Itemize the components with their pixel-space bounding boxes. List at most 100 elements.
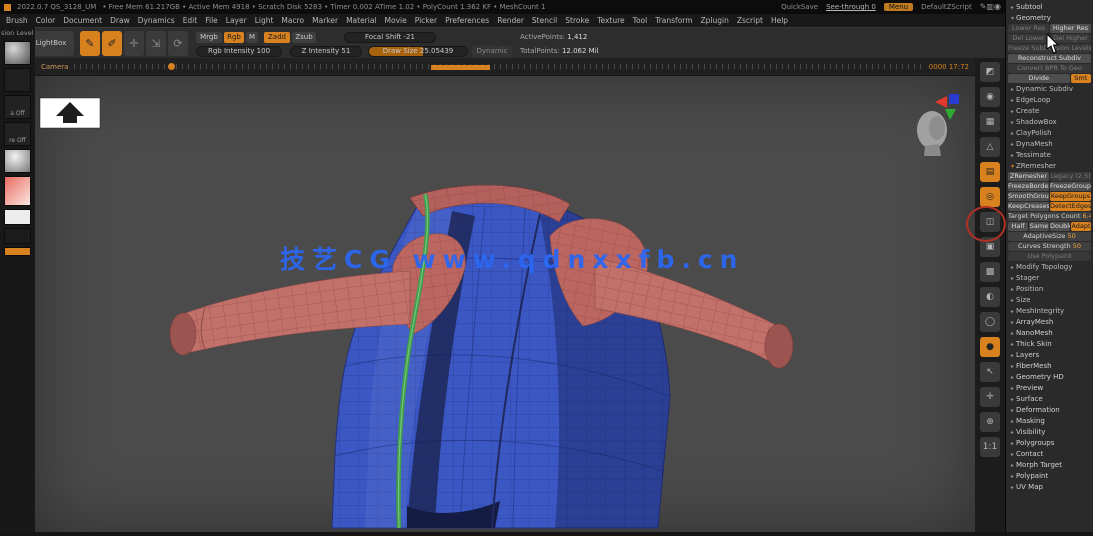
mrgb-button[interactable]: Mrgb bbox=[196, 32, 222, 43]
menu-marker[interactable]: Marker bbox=[312, 16, 338, 25]
menu-texture[interactable]: Texture bbox=[597, 16, 624, 25]
adaptivesize-slider[interactable]: AdaptiveSize 50 bbox=[1008, 232, 1091, 241]
polyframe-icon[interactable]: ▩ bbox=[980, 262, 1000, 282]
section-edgeloop[interactable]: ▸ EdgeLoop bbox=[1008, 95, 1091, 105]
convert-bpr-to-geo-button[interactable]: Convert BPR To Geo bbox=[1008, 64, 1091, 73]
menu-document[interactable]: Document bbox=[63, 16, 102, 25]
zadd-button[interactable]: Zadd bbox=[264, 32, 290, 43]
meter-icon[interactable]: ▥ bbox=[986, 2, 994, 11]
higher-res-button[interactable]: Higher Res bbox=[1050, 24, 1091, 33]
menu-macro[interactable]: Macro bbox=[281, 16, 304, 25]
draw-pointer-button[interactable]: ✐ bbox=[102, 31, 122, 56]
zremesher-button[interactable]: ZRemesher bbox=[1008, 172, 1049, 181]
texture-thumbnail[interactable]: re Off bbox=[4, 122, 31, 146]
edit-object-button[interactable]: ✎ bbox=[80, 31, 100, 56]
scroll-icon[interactable]: ✛ bbox=[980, 387, 1000, 407]
curves-strength-slider[interactable]: Curves Strength 50 bbox=[1008, 242, 1091, 251]
menu-edit[interactable]: Edit bbox=[183, 16, 198, 25]
legacy-2-5-button[interactable]: Legacy (2.5) bbox=[1050, 172, 1091, 181]
menu-layer[interactable]: Layer bbox=[226, 16, 247, 25]
stroke-thumbnail[interactable] bbox=[4, 68, 31, 92]
menu-preferences[interactable]: Preferences bbox=[445, 16, 489, 25]
section-zremesher[interactable]: ▾ ZRemesher bbox=[1008, 161, 1091, 171]
keepgroups-button[interactable]: KeepGroups bbox=[1050, 192, 1091, 201]
alpha-thumbnail[interactable]: a Off bbox=[4, 95, 31, 119]
volume-icon[interactable]: ◉ bbox=[994, 2, 1001, 11]
brush-thumbnail[interactable] bbox=[4, 41, 31, 65]
menu-brush[interactable]: Brush bbox=[6, 16, 28, 25]
section-stager[interactable]: ▸ Stager bbox=[1008, 273, 1091, 283]
freezeborder-button[interactable]: FreezeBorder bbox=[1008, 182, 1049, 191]
menu-file[interactable]: File bbox=[205, 16, 218, 25]
section-surface[interactable]: ▸ Surface bbox=[1008, 394, 1091, 404]
double-button[interactable]: Double bbox=[1050, 222, 1070, 231]
swatch-dark[interactable] bbox=[4, 228, 31, 244]
menu-dynamics[interactable]: Dynamics bbox=[138, 16, 175, 25]
dynamic-toggle[interactable]: Dynamic bbox=[472, 46, 512, 57]
section-dynamesh[interactable]: ▸ DynaMesh bbox=[1008, 139, 1091, 149]
menu-toggle-button[interactable]: Menu bbox=[883, 3, 914, 11]
use-polypaint-button[interactable]: Use Polypaint bbox=[1008, 252, 1091, 261]
freezegroups-button[interactable]: FreezeGroups bbox=[1050, 182, 1091, 191]
section-polygroups[interactable]: ▸ Polygroups bbox=[1008, 438, 1091, 448]
persp-icon[interactable]: △ bbox=[980, 137, 1000, 157]
keepcreases-button[interactable]: KeepCreases bbox=[1008, 202, 1049, 211]
m-button[interactable]: M bbox=[246, 32, 258, 43]
del-lower-button[interactable]: Del Lower bbox=[1008, 34, 1049, 43]
section-masking[interactable]: ▸ Masking bbox=[1008, 416, 1091, 426]
lower-res-button[interactable]: Lower Res bbox=[1008, 24, 1049, 33]
xpose-icon[interactable]: ↖ bbox=[980, 362, 1000, 382]
section-arraymesh[interactable]: ▸ ArrayMesh bbox=[1008, 317, 1091, 327]
menu-color[interactable]: Color bbox=[36, 16, 56, 25]
section-claypolish[interactable]: ▸ ClayPolish bbox=[1008, 128, 1091, 138]
menu-picker[interactable]: Picker bbox=[415, 16, 437, 25]
menu-transform[interactable]: Transform bbox=[655, 16, 692, 25]
draw-size-slider[interactable]: Draw Size 25.05439 bbox=[368, 46, 468, 57]
rgb-button[interactable]: Rgb bbox=[224, 32, 244, 43]
section-size[interactable]: ▸ Size bbox=[1008, 295, 1091, 305]
section-geometry[interactable]: ▾ Geometry bbox=[1008, 13, 1091, 23]
section-contact[interactable]: ▸ Contact bbox=[1008, 449, 1091, 459]
smoothgroups-button[interactable]: SmoothGroups bbox=[1008, 192, 1049, 201]
menu-movie[interactable]: Movie bbox=[385, 16, 407, 25]
local-icon[interactable]: ◎ bbox=[980, 187, 1000, 207]
menu-stencil[interactable]: Stencil bbox=[532, 16, 557, 25]
section-polypaint[interactable]: ▸ Polypaint bbox=[1008, 471, 1091, 481]
section-meshintegrity[interactable]: ▸ MeshIntegrity bbox=[1008, 306, 1091, 316]
section-thick-skin[interactable]: ▸ Thick Skin bbox=[1008, 339, 1091, 349]
section-shadowbox[interactable]: ▸ ShadowBox bbox=[1008, 117, 1091, 127]
section-deformation[interactable]: ▸ Deformation bbox=[1008, 405, 1091, 415]
menu-stroke[interactable]: Stroke bbox=[565, 16, 589, 25]
actual-size-icon[interactable]: 1:1 bbox=[980, 437, 1000, 457]
section-nanomesh[interactable]: ▸ NanoMesh bbox=[1008, 328, 1091, 338]
z-intensity-slider[interactable]: Z Intensity 51 bbox=[290, 46, 362, 57]
zsub-button[interactable]: Zsub bbox=[292, 32, 316, 43]
menu-tool[interactable]: Tool bbox=[633, 16, 648, 25]
ghost-icon[interactable]: ◯ bbox=[980, 312, 1000, 332]
render-mode-icon[interactable]: ▦ bbox=[980, 112, 1000, 132]
spix-icon[interactable]: ◩ bbox=[980, 62, 1000, 82]
swatch-orange[interactable] bbox=[4, 247, 31, 256]
adapt-button[interactable]: Adapt bbox=[1071, 222, 1091, 231]
see-through-slider[interactable]: See-through 0 bbox=[826, 3, 876, 11]
quicksave-button[interactable]: QuickSave bbox=[781, 3, 818, 11]
detectedges-button[interactable]: DetectEdges bbox=[1050, 202, 1091, 211]
scale-button[interactable]: ⇲ bbox=[146, 31, 166, 56]
viewport-canvas[interactable] bbox=[35, 76, 975, 532]
timeline-ruler[interactable] bbox=[74, 62, 923, 71]
reconstruct-subdiv-button[interactable]: Reconstruct Subdiv bbox=[1008, 54, 1091, 63]
section-preview[interactable]: ▸ Preview bbox=[1008, 383, 1091, 393]
rgb-intensity-slider[interactable]: Rgb Intensity 100 bbox=[196, 46, 282, 57]
menu-render[interactable]: Render bbox=[497, 16, 524, 25]
section-dynamic-subdiv[interactable]: ▸ Dynamic Subdiv bbox=[1008, 84, 1091, 94]
material-thumbnail[interactable] bbox=[4, 149, 31, 173]
section-create[interactable]: ▸ Create bbox=[1008, 106, 1091, 116]
section-layers[interactable]: ▸ Layers bbox=[1008, 350, 1091, 360]
menu-material[interactable]: Material bbox=[346, 16, 376, 25]
solo-icon[interactable]: ● bbox=[980, 337, 1000, 357]
floor-icon[interactable]: ▤ bbox=[980, 162, 1000, 182]
section-fibermesh[interactable]: ▸ FiberMesh bbox=[1008, 361, 1091, 371]
timeline-selection-segment[interactable] bbox=[430, 65, 491, 70]
section-position[interactable]: ▸ Position bbox=[1008, 284, 1091, 294]
target-polygons-count-slider[interactable]: Target Polygons Count 6.43 bbox=[1008, 212, 1091, 221]
